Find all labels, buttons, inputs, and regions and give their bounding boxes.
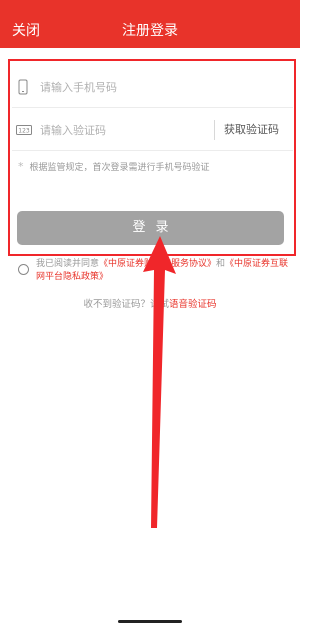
service-agreement-link[interactable]: 《中原证券财升宝服务协议》: [99, 259, 216, 269]
code-icon: 123: [16, 122, 32, 138]
home-indicator: [118, 620, 182, 623]
status-bar: [0, 0, 300, 12]
page-title: 注册登录: [122, 23, 178, 39]
code-input[interactable]: [40, 118, 210, 142]
voice-middle: 试试: [149, 299, 169, 310]
code-divider: [214, 120, 215, 140]
get-code-button[interactable]: 获取验证码: [224, 121, 279, 137]
agreement-text: 我已阅读并同意《中原证券财升宝服务协议》和《中原证券互联网平台隐私政策》: [36, 258, 291, 284]
hint-star: *: [18, 160, 24, 173]
login-button[interactable]: 登录: [17, 211, 284, 245]
agreement-radio[interactable]: [18, 264, 29, 275]
close-button[interactable]: 关闭: [12, 20, 40, 40]
nav-bar: 注册登录 关闭: [0, 12, 300, 48]
agreement-prefix: 我已阅读并同意: [36, 259, 100, 269]
phone-row: [12, 66, 293, 108]
code-icon-text: 123: [18, 128, 30, 135]
voice-prefix: 收不到验证码？: [83, 299, 150, 310]
voice-code-link[interactable]: 语音验证码: [169, 299, 217, 310]
verification-hint: * 根据监管规定，首次登录需进行手机号码验证: [18, 160, 210, 173]
agreement-and: 和: [216, 259, 226, 269]
phone-icon: [16, 79, 30, 95]
hint-text: 根据监管规定，首次登录需进行手机号码验证: [29, 163, 210, 173]
code-row: 123 获取验证码: [12, 109, 293, 151]
phone-input[interactable]: [40, 75, 210, 99]
voice-code-row: 收不到验证码？试试语音验证码: [0, 296, 300, 310]
